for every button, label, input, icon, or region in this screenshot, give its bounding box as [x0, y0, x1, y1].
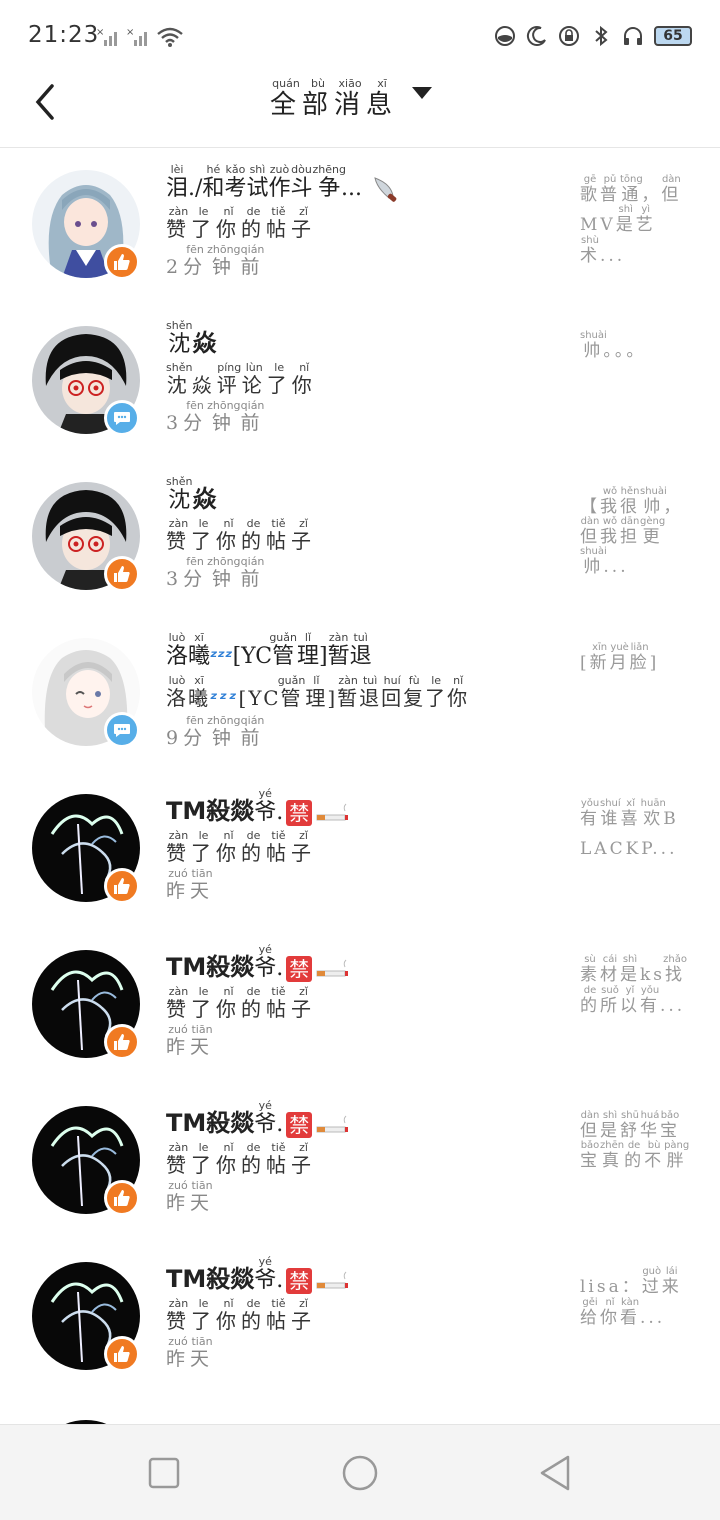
title-char: 息xī: [366, 77, 399, 120]
home-icon[interactable]: [340, 1453, 380, 1493]
message-list: 泪lèi./和hé考kǎo试shì作zuò斗dòu争zhēng... 赞zàn了…: [0, 150, 720, 1438]
page-title-dropdown[interactable]: 全quán部bù消xiāo息xī: [270, 77, 433, 121]
post-preview[interactable]: 帅shuài。。。: [580, 330, 690, 366]
post-preview[interactable]: 有yǒu谁shuí喜xǐ欢huānBLACKP...: [580, 798, 690, 864]
post-preview[interactable]: 歌gē普pǔ通tōng，但dànMV是shì艺yì术shù...: [580, 174, 690, 271]
like-badge-icon: [104, 868, 140, 904]
post-preview[interactable]: lisa：过guò来lái给gěi你nǐ看kàn...: [580, 1266, 690, 1333]
like-badge-icon: [104, 1180, 140, 1216]
ban-emoji-icon: 禁: [286, 1268, 313, 1294]
title-char: 消xiāo: [334, 77, 367, 120]
sender-name[interactable]: TM殺燚爷yé. 禁: [166, 787, 566, 830]
cigarette-emoji-icon: [316, 1115, 349, 1133]
ban-emoji-icon: 禁: [286, 1112, 313, 1138]
system-nav-bar: [0, 1424, 720, 1520]
status-time: 21:23: [28, 22, 100, 48]
post-preview[interactable]: 【我wǒ很hěn帅shuài，但dàn我wǒ担dān更gèng帅shuài...: [580, 486, 690, 582]
timestamp: 昨zuó天tiān: [166, 1335, 215, 1370]
title-char: 全quán: [270, 77, 303, 120]
cigarette-emoji-icon: [316, 803, 349, 821]
lock-rotation-icon: [559, 26, 579, 46]
cigarette-emoji-icon: [316, 959, 349, 977]
timestamp: 2分fēn钟zhōng前qián: [166, 243, 265, 278]
status-bar: 21:23 × × 65: [0, 0, 720, 70]
bluetooth-icon: [595, 25, 608, 47]
timestamp: 昨zuó天tiān: [166, 1179, 215, 1214]
timestamp: 3分fēn钟zhōng前qián: [166, 399, 265, 434]
sender-name[interactable]: 沈shěn焱: [166, 475, 566, 518]
comment-badge-icon: [104, 712, 140, 748]
comment-badge-icon: [104, 400, 140, 436]
battery-icon: 65: [654, 26, 692, 46]
signal-x-icon: ×: [96, 27, 117, 46]
action-text: 赞zàn了le你nǐ的de帖tiě子zǐ: [166, 1141, 316, 1177]
timestamp: 9分fēn钟zhōng前qián: [166, 714, 265, 749]
back-arrow-icon[interactable]: [28, 82, 62, 122]
post-preview[interactable]: [新xīn月yuè脸liǎn]: [580, 642, 690, 678]
cigarette-emoji-icon: [316, 1271, 349, 1289]
message-item[interactable]: TM殺燚爷yé. 禁 赞zàn了le你nǐ的de帖tiě子zǐ 昨zuó天tiān…: [0, 1242, 720, 1398]
dropdown-triangle-icon[interactable]: [412, 87, 433, 99]
page-title: 全quán部bù消xiāo息xī: [270, 77, 399, 121]
sender-name[interactable]: TM殺燚爷yé. 禁: [166, 1255, 566, 1298]
ban-emoji-icon: 禁: [286, 956, 313, 982]
recent-apps-icon[interactable]: [144, 1453, 184, 1493]
action-text: 洛luò曦xīᶻᶻᶻ[YC管guǎn理lǐ]暂zàn退tuì回huí复fù了le…: [166, 674, 566, 715]
timestamp: 昨zuó天tiān: [166, 1023, 215, 1058]
action-text: 沈shěn焱评píng论lùn了le你nǐ: [166, 361, 317, 397]
post-preview[interactable]: 素sù材cái是shìks找zhǎo的de所suǒ以yǐ有yǒu...: [580, 954, 690, 1021]
signal-x-icon: ×: [126, 27, 147, 46]
like-badge-icon: [104, 1336, 140, 1372]
headphones-icon: [624, 27, 642, 45]
sender-name[interactable]: 沈shěn焱: [166, 319, 566, 362]
message-item[interactable]: 泪lèi./和hé考kǎo试shì作zuò斗dòu争zhēng... 赞zàn了…: [0, 150, 720, 306]
sender-name[interactable]: TM殺燚爷yé. 禁: [166, 943, 566, 986]
action-text: 赞zàn了le你nǐ的de帖tiě子zǐ: [166, 829, 316, 865]
timestamp: 昨zuó天tiān: [166, 867, 215, 902]
action-text: 赞zàn了le你nǐ的de帖tiě子zǐ: [166, 985, 316, 1021]
like-badge-icon: [104, 556, 140, 592]
sender-name[interactable]: 泪lèi./和hé考kǎo试shì作zuò斗dòu争zhēng...: [166, 163, 566, 206]
action-text: 赞zàn了le你nǐ的de帖tiě子zǐ: [166, 205, 316, 241]
like-badge-icon: [104, 1024, 140, 1060]
moon-icon: [526, 26, 546, 47]
wifi-icon: [157, 27, 183, 47]
action-text: 赞zàn了le你nǐ的de帖tiě子zǐ: [166, 517, 316, 553]
data-saver-icon: [495, 26, 515, 46]
message-item[interactable]: 洛luò曦xīᶻᶻᶻ[YC管guǎn理lǐ]暂zàn退tuì 洛luò曦xīᶻᶻ…: [0, 618, 720, 774]
like-badge-icon: [104, 244, 140, 280]
title-char: 部bù: [302, 77, 335, 120]
action-text: 赞zàn了le你nǐ的de帖tiě子zǐ: [166, 1297, 316, 1333]
message-item[interactable]: TM殺燚爷yé. 禁 赞zàn了le你nǐ的de帖tiě子zǐ 昨zuó天tiān…: [0, 774, 720, 930]
message-item[interactable]: 沈shěn焱 赞zàn了le你nǐ的de帖tiě子zǐ 3分fēn钟zhōng前…: [0, 462, 720, 618]
message-item[interactable]: 沈shěn焱 沈shěn焱评píng论lùn了le你nǐ 3分fēn钟zhōng…: [0, 306, 720, 462]
knife-emoji-icon: [374, 177, 397, 202]
post-preview[interactable]: 但dàn是shì舒shū华huá宝bǎo宝bǎo真zhēn的de不bù胖pàng: [580, 1110, 690, 1176]
zzz-emoji-icon: ᶻᶻᶻ: [210, 689, 239, 710]
message-item[interactable]: TM殺燚爷yé. 禁 赞zàn了le你nǐ的de帖tiě子zǐ 昨zuó天tiān…: [0, 1086, 720, 1242]
sender-name[interactable]: TM殺燚爷yé. 禁: [166, 1099, 566, 1142]
back-triangle-icon[interactable]: [536, 1453, 576, 1493]
app-header: 全quán部bù消xiāo息xī: [0, 70, 720, 148]
zzz-emoji-icon: ᶻᶻᶻ: [210, 647, 233, 668]
ban-emoji-icon: 禁: [286, 800, 313, 826]
svg-text:×: ×: [126, 27, 134, 38]
svg-text:×: ×: [96, 27, 104, 38]
timestamp: 3分fēn钟zhōng前qián: [166, 555, 265, 590]
sender-name[interactable]: 洛luò曦xīᶻᶻᶻ[YC管guǎn理lǐ]暂zàn退tuì: [166, 631, 566, 675]
message-item[interactable]: TM殺燚爷yé. 禁 赞zàn了le你nǐ的de帖tiě子zǐ 昨zuó天tiān…: [0, 930, 720, 1086]
